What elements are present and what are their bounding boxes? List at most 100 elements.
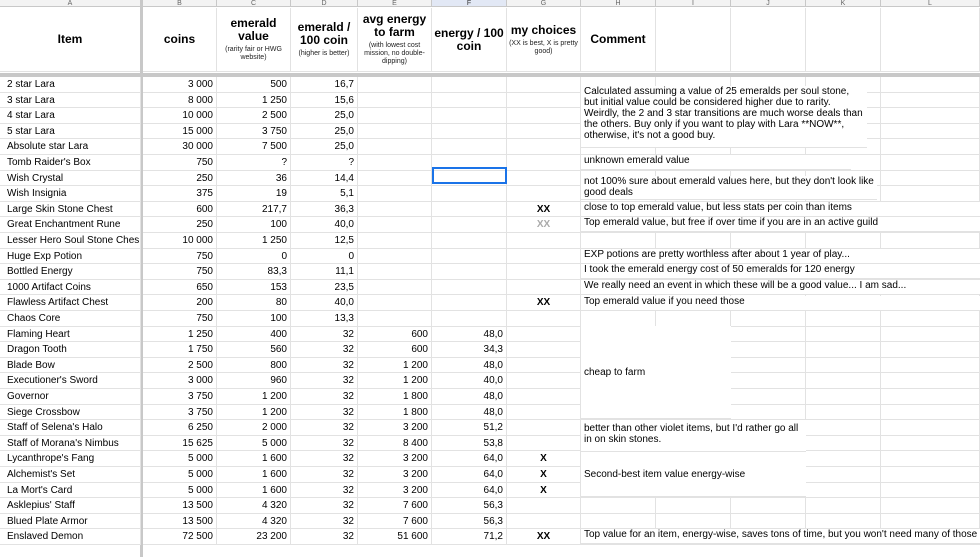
cell-ev[interactable]: ? (217, 155, 291, 171)
cell-e100[interactable]: 25,0 (291, 108, 358, 124)
cell-choice[interactable] (507, 373, 581, 389)
cell-coins[interactable]: 1 250 (143, 326, 217, 343)
cell-empty[interactable] (731, 404, 806, 421)
cell-empty[interactable] (881, 420, 980, 436)
header-comment[interactable]: Comment (581, 8, 656, 72)
cell-ev[interactable]: 100 (217, 217, 291, 233)
cell-empty[interactable] (881, 186, 980, 202)
cell-ev[interactable]: 5 000 (217, 435, 291, 452)
cell-en100[interactable]: 64,0 (432, 482, 507, 499)
cell-energy[interactable]: 8 400 (358, 435, 432, 452)
cell-empty[interactable] (881, 92, 980, 109)
cell-item[interactable]: Blade Bow (0, 357, 141, 374)
cell-choice[interactable] (507, 420, 581, 436)
cell-energy[interactable] (358, 248, 432, 265)
cell-empty[interactable] (806, 404, 881, 421)
cell-item[interactable]: Large Skin Stone Chest (0, 201, 141, 218)
cell-empty[interactable] (881, 155, 980, 171)
cell-en100[interactable]: 48,0 (432, 357, 507, 374)
cell-coins[interactable]: 72 500 (143, 529, 217, 545)
cell-ev[interactable]: 1 250 (217, 233, 291, 249)
cell-ev[interactable]: 2 000 (217, 420, 291, 436)
cell-coins[interactable]: 250 (143, 217, 217, 233)
cell-empty[interactable] (656, 513, 731, 530)
cell-coins[interactable]: 3 750 (143, 404, 217, 421)
cell-e100[interactable]: 32 (291, 389, 358, 405)
cell-item[interactable]: Dragon Tooth (0, 342, 141, 358)
cell-e100[interactable]: 40,0 (291, 217, 358, 233)
cell-choice[interactable]: XX (507, 201, 581, 218)
cell-energy[interactable]: 600 (358, 342, 432, 358)
cell-energy[interactable]: 7 600 (358, 513, 432, 530)
cell-ev[interactable]: 36 (217, 170, 291, 187)
comment-exp-potion[interactable]: EXP potions are pretty worthless after a… (581, 249, 980, 264)
cell-coins[interactable]: 6 250 (143, 420, 217, 436)
cell-empty[interactable] (881, 498, 980, 514)
cell-item[interactable]: Flawless Artifact Chest (0, 295, 141, 311)
cell-energy[interactable]: 1 200 (358, 357, 432, 374)
cell-coins[interactable]: 2 500 (143, 357, 217, 374)
comment-tomb-raider-box[interactable]: unknown emerald value (581, 155, 851, 170)
header-my-choices[interactable]: my choices (XX is best, X is pretty good… (507, 8, 581, 72)
cell-empty[interactable] (806, 435, 881, 452)
cell-en100[interactable] (432, 217, 507, 233)
cell-empty[interactable] (881, 77, 980, 93)
cell-e100[interactable]: 32 (291, 435, 358, 452)
cell-en100[interactable]: 40,0 (432, 373, 507, 389)
cell-empty[interactable] (806, 326, 881, 343)
cell-coins[interactable]: 5 000 (143, 482, 217, 499)
cell-ev[interactable]: 80 (217, 295, 291, 311)
cell-e100[interactable]: 5,1 (291, 186, 358, 202)
cell-choice[interactable]: X (507, 467, 581, 483)
cell-ev[interactable]: 0 (217, 248, 291, 265)
cell-en100[interactable] (432, 264, 507, 280)
cell-ev[interactable]: 7 500 (217, 139, 291, 155)
cell-en100[interactable]: 51,2 (432, 420, 507, 436)
cell-e100[interactable]: 23,5 (291, 279, 358, 296)
header-coins[interactable]: coins (143, 8, 217, 72)
comment-lara[interactable]: Calculated assuming a value of 25 emeral… (581, 86, 867, 148)
cell-energy[interactable] (358, 233, 432, 249)
header-avg-energy[interactable]: avg energy to farm (with lowest cost mis… (358, 8, 432, 72)
cell-ev[interactable]: 4 320 (217, 513, 291, 530)
cell-empty[interactable] (806, 451, 881, 467)
comment-rune[interactable]: Top emerald value, but free if over time… (581, 217, 980, 232)
cell-e100[interactable]: 15,6 (291, 92, 358, 109)
cell-choice[interactable] (507, 435, 581, 452)
comment-bottled-energy[interactable]: I took the emerald energy cost of 50 eme… (581, 264, 980, 279)
comment-cheap-to-farm[interactable]: cheap to farm (581, 326, 731, 419)
column-header-i[interactable]: I (656, 0, 731, 7)
cell-empty[interactable] (731, 389, 806, 405)
cell-coins[interactable]: 15 000 (143, 123, 217, 140)
cell-en100[interactable] (432, 92, 507, 109)
cell-item[interactable]: Alchemist's Set (0, 467, 141, 483)
cell-energy[interactable]: 600 (358, 326, 432, 343)
cell-energy[interactable] (358, 295, 432, 311)
cell-ev[interactable]: 1 600 (217, 467, 291, 483)
cell-ev[interactable]: 1 200 (217, 389, 291, 405)
cell-energy[interactable] (358, 92, 432, 109)
cell-choice[interactable] (507, 92, 581, 109)
cell-choice[interactable] (507, 233, 581, 249)
cell-choice[interactable] (507, 311, 581, 327)
cell-empty[interactable] (806, 233, 881, 249)
cell-en100[interactable] (432, 233, 507, 249)
cell-en100[interactable]: 48,0 (432, 389, 507, 405)
cell-empty[interactable] (656, 233, 731, 249)
cell-empty[interactable] (806, 482, 881, 499)
cell-choice[interactable] (507, 389, 581, 405)
cell-empty[interactable] (806, 498, 881, 514)
header-empty-j[interactable] (731, 8, 806, 72)
comment-violet-items[interactable]: better than other violet items, but I'd … (581, 420, 806, 452)
comment-flawless-chest[interactable]: Top emerald value if you need those (581, 296, 980, 311)
cell-en100[interactable] (432, 108, 507, 124)
cell-item[interactable]: Wish Crystal (0, 170, 141, 187)
cell-empty[interactable] (881, 311, 980, 327)
cell-item[interactable]: 5 star Lara (0, 123, 141, 140)
cell-empty[interactable] (806, 467, 881, 483)
cell-energy[interactable]: 7 600 (358, 498, 432, 514)
cell-choice[interactable] (507, 513, 581, 530)
cell-en100[interactable]: 56,3 (432, 498, 507, 514)
cell-choice[interactable] (507, 404, 581, 421)
header-empty-l[interactable] (881, 8, 980, 72)
